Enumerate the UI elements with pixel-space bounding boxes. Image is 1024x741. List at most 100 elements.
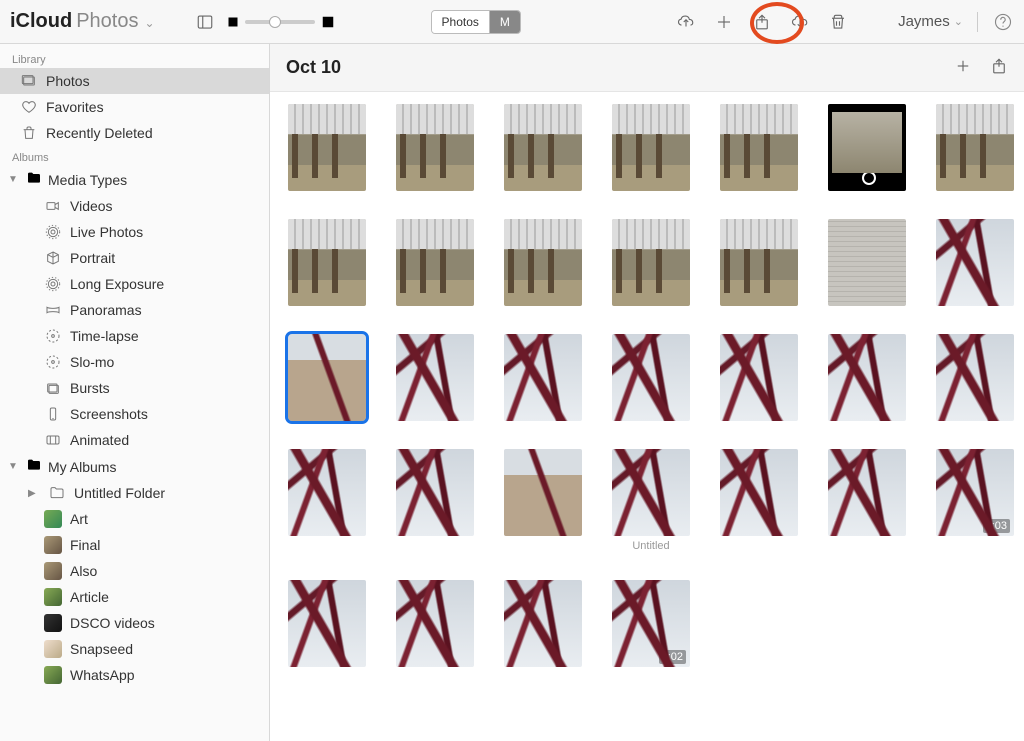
sidebar-item-album[interactable]: Final	[0, 532, 269, 558]
zoom-knob[interactable]	[269, 16, 281, 28]
photo-thumb[interactable]	[504, 334, 582, 421]
sidebar-item-media-type[interactable]: Bursts	[0, 375, 269, 401]
photo-thumb[interactable]	[288, 104, 366, 191]
photo-thumb[interactable]	[828, 219, 906, 306]
view-tab-moments[interactable]: M	[489, 11, 520, 33]
photo-grid: ♡Untitled♡0:030:02	[288, 104, 1006, 667]
share-button[interactable]	[750, 8, 774, 36]
sidebar-item-recently-deleted[interactable]: Recently Deleted	[0, 120, 269, 146]
photo-thumb[interactable]: 0:03	[936, 449, 1014, 536]
sidebar-item-label: Also	[70, 563, 97, 579]
photo-thumb[interactable]	[288, 334, 366, 421]
sidebar-item-label: Time-lapse	[70, 328, 139, 344]
top-toolbar: iCloud Photos ⌄ Photos M Jayme	[0, 0, 1024, 44]
download-button[interactable]	[788, 8, 812, 36]
photo-thumb[interactable]	[288, 449, 366, 536]
sidebar-item-media-type[interactable]: Screenshots	[0, 401, 269, 427]
sidebar-item-favorites[interactable]: Favorites	[0, 94, 269, 120]
album-thumb-icon	[44, 562, 62, 580]
zoom-track[interactable]	[245, 20, 315, 24]
photo-thumb[interactable]	[288, 580, 366, 667]
sidebar-item-media-type[interactable]: Panoramas	[0, 297, 269, 323]
film-icon	[44, 431, 62, 449]
upload-button[interactable]	[674, 8, 698, 36]
sidebar-item-media-type[interactable]: Portrait	[0, 245, 269, 271]
photo-cell	[504, 219, 582, 306]
photo-thumb[interactable]: ♡	[612, 449, 690, 536]
sidebar-group-my-albums[interactable]: ▼ My Albums	[0, 453, 269, 480]
view-tab-photos[interactable]: Photos	[432, 11, 489, 33]
photo-thumb[interactable]	[612, 219, 690, 306]
header-share-button[interactable]	[990, 57, 1008, 78]
album-thumb-icon	[44, 588, 62, 606]
photo-thumb[interactable]	[720, 449, 798, 536]
sidebar-item-media-type[interactable]: Slo-mo	[0, 349, 269, 375]
sidebar-item-label: Portrait	[70, 250, 115, 266]
photo-thumb[interactable]	[288, 219, 366, 306]
zoom-slider[interactable]	[227, 15, 335, 29]
sidebar-item-album[interactable]: WhatsApp	[0, 662, 269, 688]
sidebar-item-album[interactable]: Art	[0, 506, 269, 532]
photo-thumb[interactable]	[396, 580, 474, 667]
delete-button[interactable]	[826, 8, 850, 36]
sidebar-item-photos[interactable]: Photos	[0, 68, 269, 94]
sidebar-item-media-type[interactable]: Long Exposure	[0, 271, 269, 297]
folder-icon	[48, 484, 66, 502]
disclosure-triangle-icon[interactable]: ▶	[28, 488, 40, 499]
photo-thumb[interactable]	[828, 334, 906, 421]
photo-thumb[interactable]	[504, 580, 582, 667]
header-add-button[interactable]	[954, 57, 972, 78]
sidebar-item-media-type[interactable]: Live Photos	[0, 219, 269, 245]
photo-thumb[interactable]	[936, 219, 1014, 306]
user-menu[interactable]: Jaymes ⌄	[898, 13, 963, 30]
photo-thumb[interactable]	[720, 334, 798, 421]
sidebar-item-label: Photos	[46, 73, 90, 89]
photo-thumb[interactable]	[612, 104, 690, 191]
photo-grid-scroll[interactable]: ♡Untitled♡0:030:02	[270, 92, 1024, 741]
help-button[interactable]	[992, 11, 1014, 33]
photo-cell	[936, 334, 1014, 421]
photo-thumb[interactable]	[396, 104, 474, 191]
video-duration: 0:02	[659, 650, 686, 664]
disclosure-triangle-icon[interactable]: ▼	[8, 461, 20, 472]
add-button[interactable]	[712, 8, 736, 36]
photo-cell	[828, 104, 906, 191]
sidebar-item-label: Snapseed	[70, 641, 133, 657]
folder-icon	[26, 457, 42, 476]
sidebar-item-media-type[interactable]: Time-lapse	[0, 323, 269, 349]
photo-thumb[interactable]	[828, 104, 906, 191]
sidebar-item-media-type[interactable]: Videos	[0, 193, 269, 219]
photo-thumb[interactable]: 0:02	[612, 580, 690, 667]
sidebar-item-album[interactable]: Snapseed	[0, 636, 269, 662]
photo-thumb[interactable]	[720, 219, 798, 306]
photo-thumb[interactable]	[396, 334, 474, 421]
photo-thumb[interactable]	[504, 449, 582, 536]
photo-thumb[interactable]	[396, 219, 474, 306]
sidebar-item-label: Videos	[70, 198, 113, 214]
sidebar-item-label: Final	[70, 537, 100, 553]
sidebar-group-media-types[interactable]: ▼ Media Types	[0, 166, 269, 193]
photo-thumb[interactable]	[936, 334, 1014, 421]
photo-thumb[interactable]	[504, 219, 582, 306]
folder-icon	[26, 170, 42, 189]
sidebar-item-album[interactable]: Also	[0, 558, 269, 584]
photo-cell	[504, 449, 582, 552]
brand-dropdown[interactable]: iCloud Photos ⌄	[10, 10, 155, 33]
view-segmented-control[interactable]: Photos M	[431, 10, 521, 34]
sidebar-item-album[interactable]: Article	[0, 584, 269, 610]
photo-cell	[720, 449, 798, 552]
video-duration: 0:03	[983, 519, 1010, 533]
sidebar-item-media-type[interactable]: Animated	[0, 427, 269, 453]
disclosure-triangle-icon[interactable]: ▼	[8, 174, 20, 185]
photo-thumb[interactable]: ♡	[828, 449, 906, 536]
album-thumb-icon	[44, 614, 62, 632]
photo-thumb[interactable]	[612, 334, 690, 421]
sidebar-toggle-button[interactable]	[191, 8, 219, 36]
photo-thumb[interactable]	[720, 104, 798, 191]
photo-thumb[interactable]	[396, 449, 474, 536]
photo-cell	[396, 449, 474, 552]
sidebar-item-album[interactable]: DSCO videos	[0, 610, 269, 636]
photo-thumb[interactable]	[936, 104, 1014, 191]
sidebar-item-untitled-folder[interactable]: ▶ Untitled Folder	[0, 480, 269, 506]
photo-thumb[interactable]	[504, 104, 582, 191]
